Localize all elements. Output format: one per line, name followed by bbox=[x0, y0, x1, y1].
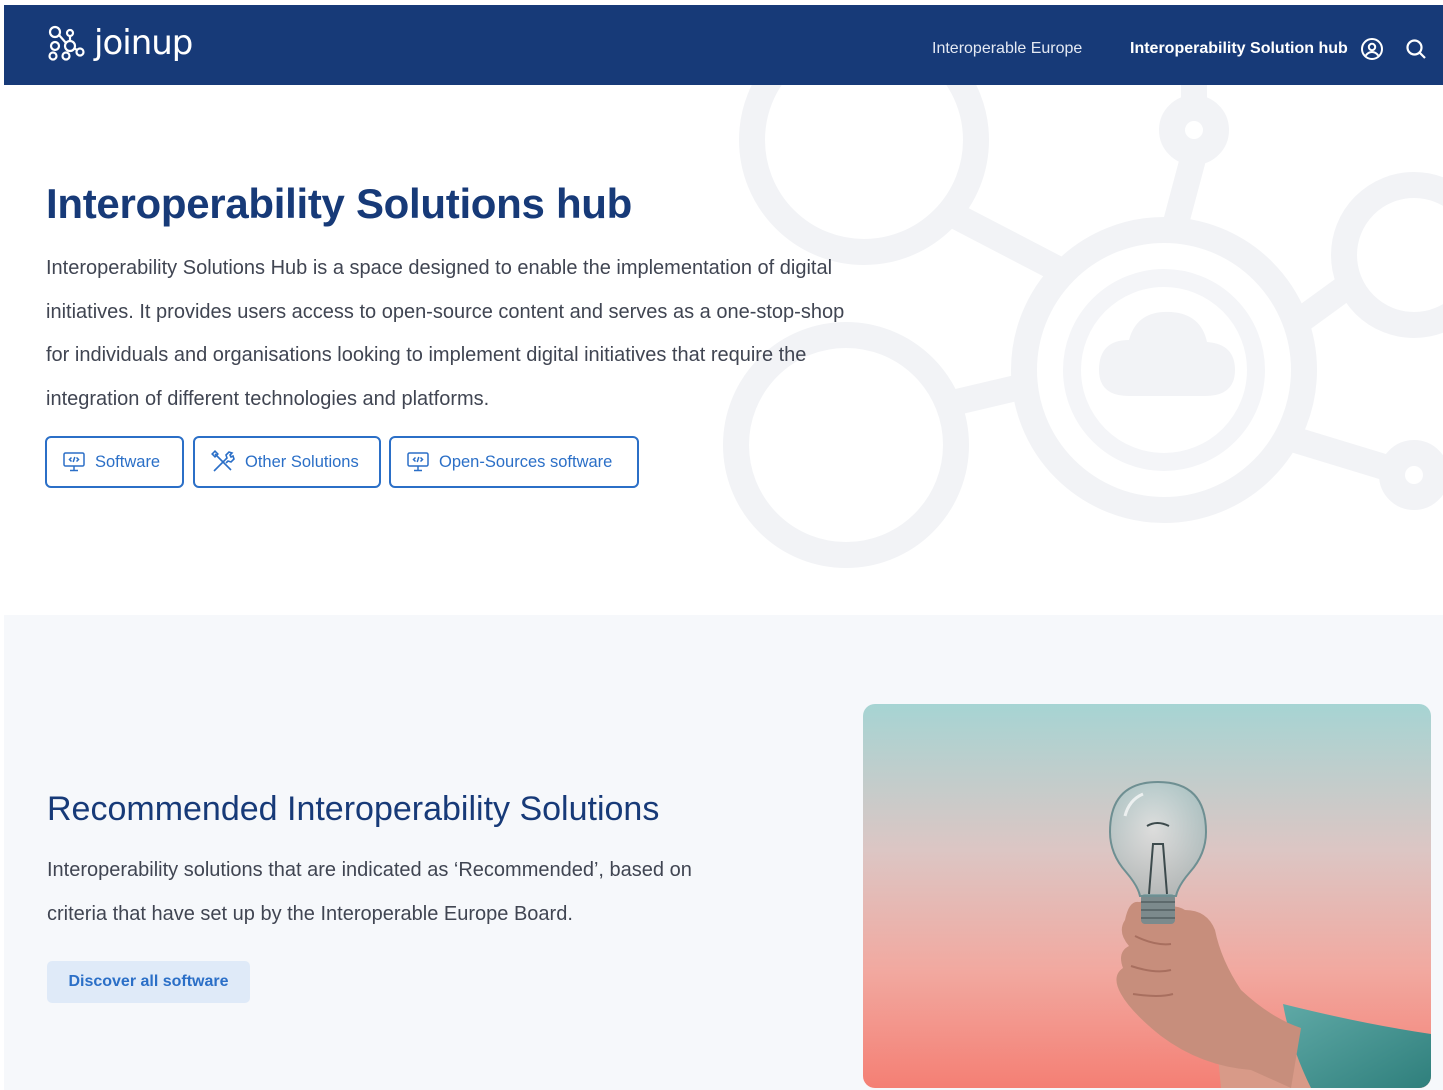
hero-description: Interoperability Solutions Hub is a spac… bbox=[46, 257, 845, 410]
software-button-label: Software bbox=[95, 452, 161, 471]
other-solutions-button[interactable]: Other Solutions bbox=[193, 436, 381, 488]
nav-link-interoperability-solution-hub[interactable]: Interoperability Solution hub bbox=[1130, 40, 1348, 58]
monitor-code-icon bbox=[407, 452, 429, 472]
recommended-description: Interoperability solutions that are indi… bbox=[47, 859, 692, 925]
open-sources-software-button[interactable]: Open-Sources software bbox=[389, 436, 639, 488]
monitor-code-icon bbox=[63, 452, 85, 472]
software-button[interactable]: Software bbox=[45, 436, 184, 488]
joinup-logo[interactable]: joinup bbox=[46, 23, 193, 63]
joinup-logo-icon bbox=[48, 25, 85, 61]
recommended-section: Recommended Interoperability Solutions I… bbox=[4, 615, 1443, 1090]
page-title: Interoperability Solutions hub bbox=[46, 180, 633, 227]
discover-all-software-button[interactable]: Discover all software bbox=[47, 961, 250, 1003]
user-circle-icon[interactable] bbox=[1360, 37, 1384, 61]
top-navigation-bar: joinup Interoperable Europe Interoperabi… bbox=[4, 5, 1443, 85]
tools-icon bbox=[211, 450, 235, 472]
nav-link-interoperable-europe[interactable]: Interoperable Europe bbox=[932, 40, 1082, 58]
other-solutions-button-label: Other Solutions bbox=[245, 452, 359, 471]
page: joinup Interoperable Europe Interoperabi… bbox=[0, 0, 1443, 1090]
hero-section: Interoperability Solutions hub Interoper… bbox=[4, 85, 1443, 615]
search-icon[interactable] bbox=[1404, 37, 1428, 61]
open-sources-software-button-label: Open-Sources software bbox=[439, 452, 613, 471]
logo-text: joinup bbox=[94, 23, 193, 63]
recommended-title: Recommended Interoperability Solutions bbox=[47, 790, 660, 828]
lightbulb-in-hand-photo bbox=[863, 704, 1431, 1088]
